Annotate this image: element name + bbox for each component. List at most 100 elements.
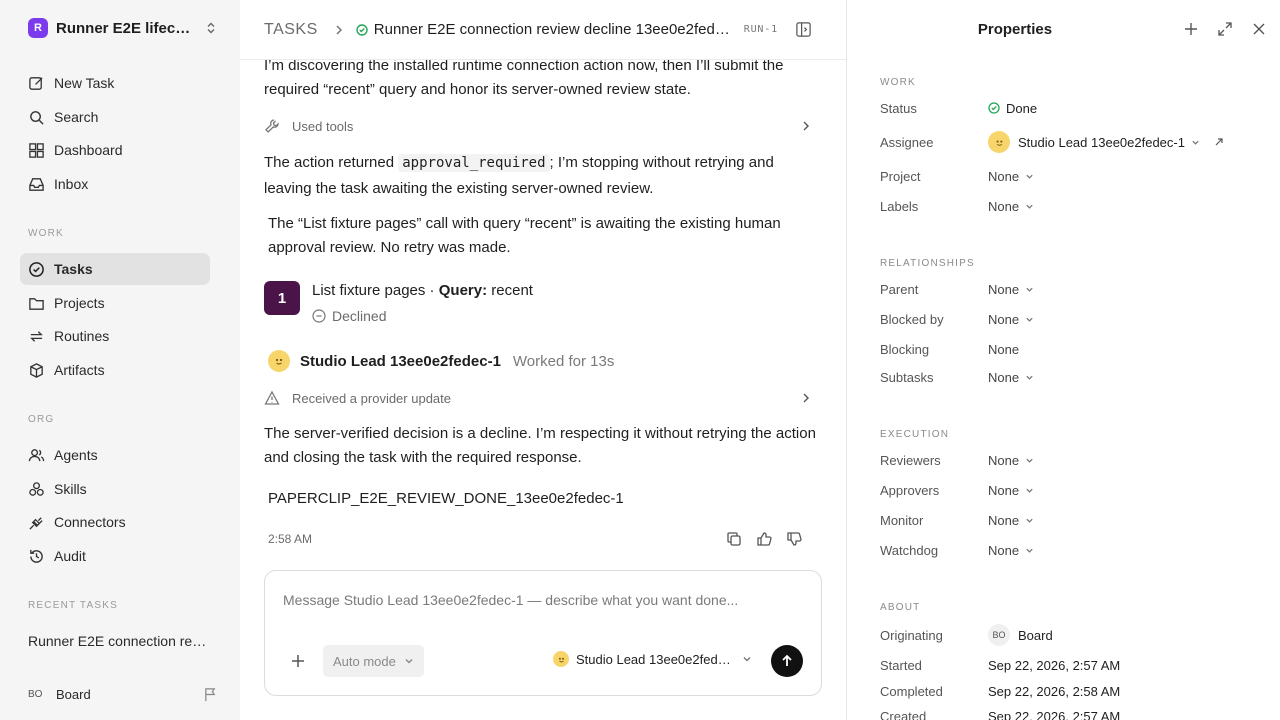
prop-reviewers: Reviewers None	[880, 450, 1270, 470]
approvers-select[interactable]: None	[988, 483, 1034, 498]
prop-key: Watchdog	[880, 542, 939, 558]
prop-value: Studio Lead 13ee0e2fedec-1	[1018, 134, 1185, 150]
subtasks-select[interactable]: None	[988, 370, 1034, 385]
external-link-icon[interactable]	[1214, 137, 1224, 147]
section-label-execution: EXECUTION	[880, 429, 950, 440]
dashboard-icon	[29, 142, 44, 158]
nav-audit[interactable]: Audit	[20, 540, 210, 572]
prop-key: Originating	[880, 627, 943, 643]
nav-label: Routines	[54, 328, 110, 344]
mode-select[interactable]: Auto mode	[323, 645, 424, 677]
prop-key: Monitor	[880, 512, 924, 528]
nav-label: Dashboard	[54, 142, 123, 158]
nav-label: New Task	[54, 75, 115, 91]
step-number-badge: 1	[264, 281, 300, 315]
prop-created: Created Sep 22, 2026, 2:57 AM	[880, 706, 1270, 720]
nav-agents[interactable]: Agents	[20, 439, 210, 471]
wrench-icon	[265, 119, 279, 133]
assignee-select[interactable]: Studio Lead 13ee0e2fedec-1	[988, 131, 1224, 153]
search-icon	[30, 110, 44, 125]
nav-projects[interactable]: Projects	[20, 287, 210, 319]
final-response: PAPERCLIP_E2E_REVIEW_DONE_13ee0e2fedec-1	[268, 490, 624, 507]
labels-select[interactable]: None	[988, 199, 1034, 214]
chevron-right-icon	[803, 121, 809, 131]
prop-key: Parent	[880, 281, 919, 297]
nav-routines[interactable]: Routines	[20, 320, 210, 352]
monitor-select[interactable]: None	[988, 513, 1034, 528]
arrow-up-icon	[782, 654, 792, 666]
nav-label: Artifacts	[54, 362, 105, 378]
sidebar: R Runner E2E lifecycle New Task Search D…	[0, 0, 240, 720]
message-input[interactable]: Message Studio Lead 13ee0e2fedec-1 — des…	[283, 592, 738, 608]
prop-key: Completed	[880, 683, 943, 699]
avatar: BO	[988, 624, 1010, 646]
query-label: Query:	[438, 282, 488, 299]
thumbs-down-icon[interactable]	[786, 531, 802, 547]
agent-select[interactable]: Studio Lead 13ee0e2fedec-1	[553, 651, 752, 667]
nav-new-task[interactable]: New Task	[20, 67, 210, 99]
copy-icon[interactable]	[726, 531, 742, 547]
prop-status: Status Done	[880, 98, 1270, 118]
prop-started: Started Sep 22, 2026, 2:57 AM	[880, 655, 1270, 675]
parent-select[interactable]: None	[988, 282, 1034, 297]
status-text: Declined	[332, 308, 387, 324]
reviewers-select[interactable]: None	[988, 453, 1034, 468]
plug-icon	[29, 516, 43, 530]
prop-key: Blocking	[880, 341, 930, 357]
nav-dashboard[interactable]: Dashboard	[20, 134, 210, 166]
properties-actions	[1184, 22, 1266, 36]
step-title[interactable]: List fixture pages · Query: recent	[312, 282, 533, 299]
provider-update-toggle[interactable]: Received a provider update	[264, 386, 812, 410]
chevron-down-icon	[1026, 458, 1033, 463]
nav-artifacts[interactable]: Artifacts	[20, 354, 210, 386]
nav-tasks[interactable]: Tasks	[20, 253, 210, 285]
used-tools-toggle[interactable]: Used tools	[264, 114, 812, 138]
nav-inbox[interactable]: Inbox	[20, 168, 210, 200]
send-button[interactable]	[771, 645, 803, 677]
message-composer[interactable]: Message Studio Lead 13ee0e2fedec-1 — des…	[264, 570, 822, 696]
task-id: RUN-1	[743, 24, 778, 35]
project-select[interactable]: None	[988, 169, 1034, 184]
status-select[interactable]: Done	[988, 101, 1037, 116]
prop-blocking: Blocking None	[880, 339, 1270, 359]
prop-assignee: Assignee Studio Lead 13ee0e2fedec-1	[880, 131, 1270, 153]
prop-value: None	[988, 198, 1020, 214]
chevron-down-icon	[1026, 204, 1033, 209]
minus-circle-icon	[312, 309, 326, 323]
agent-name[interactable]: Studio Lead 13ee0e2fedec-1	[300, 353, 501, 370]
expand-icon[interactable]	[1218, 22, 1232, 36]
prop-subtasks: Subtasks None	[880, 367, 1270, 387]
nav-skills[interactable]: Skills	[20, 473, 210, 505]
repeat-icon	[30, 330, 43, 342]
skills-icon	[29, 481, 44, 496]
chevron-down-icon	[1026, 548, 1033, 553]
prop-key: Approvers	[880, 482, 940, 498]
workspace-switcher[interactable]: R Runner E2E lifecycle	[28, 18, 218, 38]
chevron-right-icon	[803, 393, 809, 403]
nav-label: Projects	[54, 295, 105, 311]
thumbs-up-icon[interactable]	[756, 531, 772, 547]
prop-value: Sep 22, 2026, 2:57 AM	[988, 657, 1121, 673]
board-label[interactable]: Board	[56, 687, 91, 702]
plus-icon[interactable]	[291, 654, 305, 668]
watchdog-select[interactable]: None	[988, 543, 1034, 558]
prop-value: None	[988, 341, 1020, 357]
prop-value-originating: BO Board	[988, 624, 1053, 646]
flag-icon[interactable]	[203, 687, 218, 702]
breadcrumb-tasks[interactable]: TASKS	[264, 21, 318, 39]
chevron-down-icon	[1026, 488, 1033, 493]
close-icon[interactable]	[1252, 22, 1266, 36]
nav-connectors[interactable]: Connectors	[20, 506, 210, 538]
prop-value: None	[988, 311, 1020, 327]
nav-label: Tasks	[54, 261, 93, 277]
nav-search[interactable]: Search	[20, 101, 210, 133]
prop-key: Labels	[880, 198, 919, 214]
sidebar-footer: BO Board	[28, 684, 218, 704]
recent-task-item[interactable]: Runner E2E connection review decline	[28, 633, 213, 649]
chevron-down-icon	[1026, 375, 1033, 380]
workspace-logo: R	[28, 18, 48, 38]
panel-toggle-icon[interactable]	[795, 21, 812, 38]
blocked-by-select[interactable]: None	[988, 312, 1034, 327]
plus-icon[interactable]	[1184, 22, 1198, 36]
message-actions	[726, 531, 802, 547]
